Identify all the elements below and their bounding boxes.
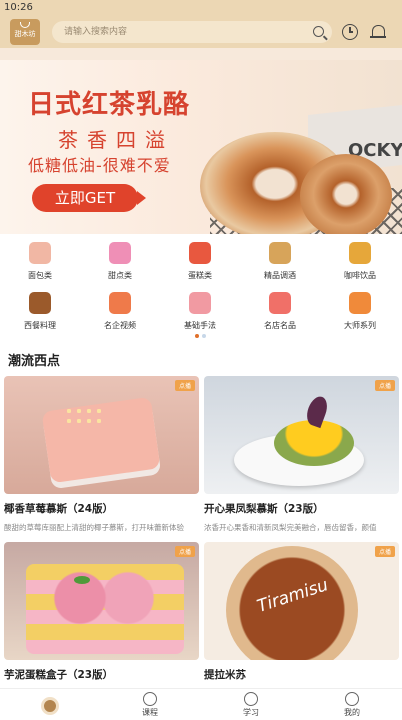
- taro-cream-image: [44, 570, 164, 626]
- card-desc: 酸甜的草莓库丽配上清甜的椰子慕斯，打开味蕾新体验: [4, 523, 184, 532]
- category-label: 蛋糕类: [188, 271, 212, 280]
- category-label: 精品调酒: [264, 271, 296, 280]
- status-time: 10:26: [4, 2, 33, 13]
- tab-home[interactable]: [0, 689, 100, 720]
- search-input[interactable]: 请输入搜索内容: [64, 21, 127, 43]
- card-desc: 浓香开心果香和清新凤梨完美融合，唇齿留香，颜值: [204, 523, 377, 532]
- category-label: 名店名品: [264, 321, 296, 330]
- category-item[interactable]: 咖啡饮品: [320, 242, 400, 281]
- card-title[interactable]: 提拉米苏: [204, 667, 399, 682]
- bread-icon: [29, 242, 51, 264]
- category-item[interactable]: 名企视频: [80, 292, 160, 331]
- card-badge: 点播: [374, 380, 395, 391]
- card-badge: 点播: [174, 546, 195, 557]
- category-page-dot[interactable]: [202, 334, 206, 338]
- category-pagination: [195, 334, 206, 338]
- section-title: 潮流西点: [8, 354, 61, 369]
- category-item[interactable]: 面包类: [0, 242, 80, 281]
- coffee-icon: [349, 242, 371, 264]
- card-title[interactable]: 开心果凤梨慕斯（23版）: [204, 501, 399, 516]
- tab-study[interactable]: 学习: [201, 689, 301, 720]
- mint-leaf: [74, 576, 90, 584]
- banner-subtitle: 茶香四溢: [58, 128, 174, 152]
- card-title[interactable]: 椰香草莓慕斯（24版）: [4, 501, 199, 516]
- promo-banner[interactable]: OCKY 日式红茶乳酪 茶香四溢 低糖低油-很难不爱 立即GET: [0, 48, 402, 234]
- banner-title: 日式红茶乳酪: [28, 90, 191, 120]
- category-item[interactable]: 西餐料理: [0, 292, 80, 331]
- card-title[interactable]: 芋泥蛋糕盒子（23版）: [4, 667, 199, 682]
- bagel-image-2: [300, 154, 392, 234]
- tab-label: 我的: [344, 708, 360, 717]
- bottom-tab-bar: 课程 学习 我的: [0, 688, 402, 720]
- cocktail-icon: [269, 242, 291, 264]
- course-card[interactable]: 点播 开心果凤梨慕斯（23版） 浓香开心果香和清新凤梨完美融合，唇齿留香，颜值: [204, 376, 399, 533]
- tab-course[interactable]: 课程: [100, 689, 200, 720]
- card-image[interactable]: 点播: [4, 376, 199, 494]
- category-label: 名企视频: [104, 321, 136, 330]
- card-badge: 点播: [374, 546, 395, 557]
- course-card[interactable]: Tiramisu 点播 提拉米苏: [204, 542, 399, 682]
- video-icon: [109, 292, 131, 314]
- banner-stripe: [0, 48, 402, 60]
- tab-label: 课程: [142, 708, 158, 717]
- rolling-pin-icon: [189, 292, 211, 314]
- logo-text: 甜木坊: [14, 30, 36, 38]
- course-icon: [143, 692, 157, 706]
- cupcake-icon: [109, 242, 131, 264]
- category-item[interactable]: 精品调酒: [240, 242, 320, 281]
- category-label: 甜点类: [108, 271, 132, 280]
- course-card[interactable]: 点播 椰香草莓慕斯（24版） 酸甜的草莓库丽配上清甜的椰子慕斯，打开味蕾新体验: [4, 376, 199, 533]
- trophy-icon: [349, 292, 371, 314]
- cake-logo-icon: [20, 22, 30, 28]
- banner-tagline: 低糖低油-很难不爱: [28, 156, 171, 175]
- category-label: 大师系列: [344, 321, 376, 330]
- banner-cta-button[interactable]: 立即GET: [32, 184, 146, 212]
- category-grid: 面包类 甜点类 蛋糕类 精品调酒 咖啡饮品西餐料理 名企视频 基础手法 名店名品 大师系列: [0, 234, 402, 338]
- status-bar: 10:26: [0, 0, 402, 16]
- cake-icon: [189, 242, 211, 264]
- play-icon: [244, 692, 258, 706]
- card-image[interactable]: 点播: [204, 376, 399, 494]
- bell-icon[interactable]: [370, 24, 386, 40]
- category-label: 基础手法: [184, 321, 216, 330]
- category-item[interactable]: 大师系列: [320, 292, 400, 331]
- profile-icon: [345, 692, 359, 706]
- category-label: 西餐料理: [24, 321, 56, 330]
- pistachio-mousse-image: [274, 420, 354, 466]
- category-item[interactable]: 基础手法: [160, 292, 240, 331]
- category-item[interactable]: 名店名品: [240, 292, 320, 331]
- card-image[interactable]: Tiramisu 点播: [204, 542, 399, 660]
- flower-decoration: [64, 406, 104, 426]
- card-badge: 点播: [174, 380, 195, 391]
- tab-mine[interactable]: 我的: [302, 689, 402, 720]
- search-bar[interactable]: 请输入搜索内容: [52, 21, 332, 43]
- home-icon: [41, 697, 59, 715]
- tab-label: 学习: [243, 708, 259, 717]
- course-card[interactable]: 点播 芋泥蛋糕盒子（23版）: [4, 542, 199, 682]
- app-logo[interactable]: 甜木坊: [10, 19, 40, 45]
- dish-icon: [29, 292, 51, 314]
- clock-icon[interactable]: [342, 24, 358, 40]
- search-icon[interactable]: [313, 26, 324, 37]
- shop-cake-icon: [269, 292, 291, 314]
- category-page-dot[interactable]: [195, 334, 199, 338]
- card-image[interactable]: 点播: [4, 542, 199, 660]
- category-item[interactable]: 甜点类: [80, 242, 160, 281]
- app-header: 甜木坊 请输入搜索内容: [0, 16, 402, 48]
- category-item[interactable]: 蛋糕类: [160, 242, 240, 281]
- category-label: 面包类: [28, 271, 52, 280]
- category-label: 咖啡饮品: [344, 271, 376, 280]
